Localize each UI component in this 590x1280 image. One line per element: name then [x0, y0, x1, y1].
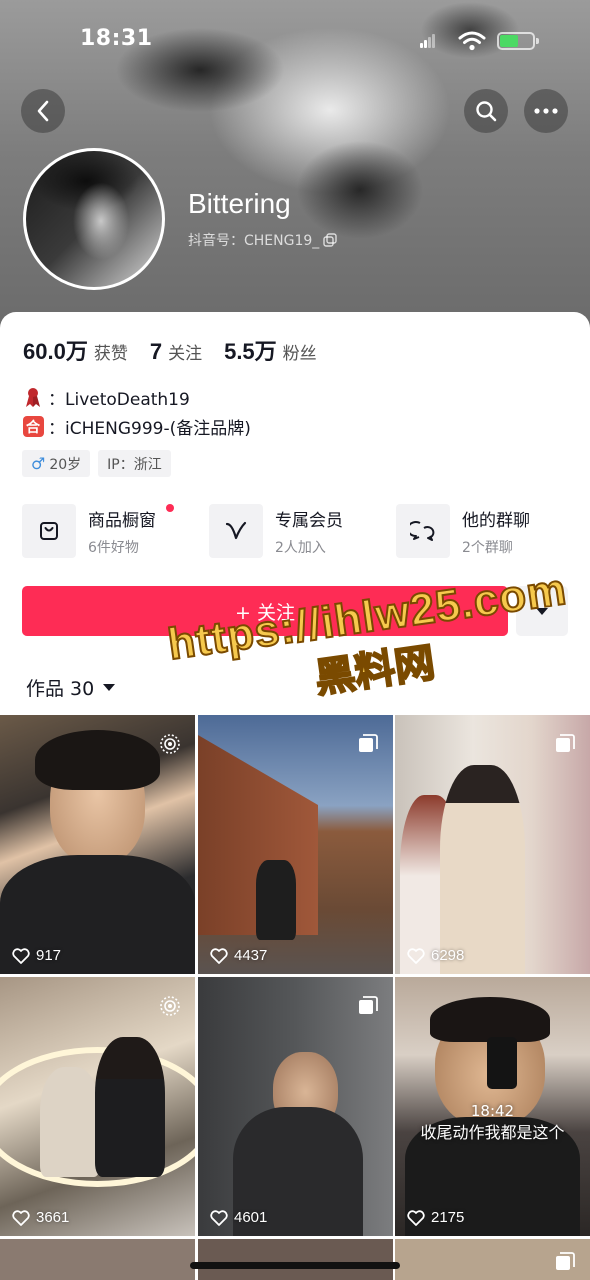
thumbnail-person	[256, 860, 296, 940]
membership-subtitle: 2人加入	[275, 539, 326, 556]
notification-dot	[166, 504, 174, 512]
works-tab-label: 作品 30	[26, 678, 95, 700]
video-caption-text: 收尾动作我都是这个	[420, 1123, 565, 1142]
cooperation-icon: 合	[22, 416, 44, 438]
profile-stats: 60.0万 获赞 7 关注 5.5万 粉丝	[23, 334, 339, 366]
heart-icon	[12, 947, 30, 964]
shopping-bag-icon	[22, 504, 76, 558]
shop-window-subtitle: 6件好物	[88, 539, 139, 556]
thumbnail-person	[440, 765, 525, 974]
gallery-icon	[556, 1252, 575, 1270]
shop-window-title: 商品橱窗	[88, 510, 156, 531]
thumbnail-hair	[35, 730, 160, 790]
likes-count-text: 4437	[234, 947, 268, 964]
bio-line: 合 ：iCHENG999-(备注品牌)	[22, 414, 251, 439]
back-button[interactable]	[21, 89, 65, 133]
profile-tags: ♂ 20岁 IP：浙江	[22, 450, 171, 477]
video-likes: 917	[12, 947, 61, 964]
shop-window-entry[interactable]: 商品橱窗 6件好物	[22, 503, 174, 559]
thumbnail-person	[40, 1067, 100, 1177]
thumbnail-phone	[487, 1037, 517, 1089]
ellipsis-icon	[534, 108, 558, 114]
group-chat-title: 他的群聊	[462, 510, 530, 531]
video-thumbnail[interactable]: 3661	[0, 977, 195, 1236]
chevron-left-icon	[37, 100, 49, 122]
bio-line: ：LivetoDeath19	[22, 385, 190, 410]
status-bar: 18:31	[0, 24, 590, 60]
ribbon-icon	[22, 387, 44, 409]
likes-count-text: 3661	[36, 1209, 70, 1226]
search-button[interactable]	[464, 89, 508, 133]
likes-count: 60.0万	[23, 339, 88, 364]
followers-count[interactable]: 5.5万	[224, 334, 277, 366]
wifi-icon	[458, 31, 486, 51]
ip-tag: IP：浙江	[98, 450, 171, 477]
tab-works[interactable]: 作品 30	[26, 674, 116, 701]
douyin-id: 抖音号：CHENG19_	[188, 233, 320, 249]
likes-label: 获赞	[93, 344, 128, 364]
thumbnail-person	[95, 1037, 165, 1177]
heart-icon	[407, 947, 425, 964]
likes-count-text: 6298	[431, 947, 465, 964]
video-thumbnail[interactable]: 4601	[198, 977, 393, 1236]
age-text: 20岁	[49, 456, 82, 473]
group-chat-entry[interactable]: 他的群聊 2个群聊	[396, 503, 530, 559]
membership-title: 专属会员	[275, 510, 343, 531]
followers-label[interactable]: 粉丝	[283, 339, 317, 364]
heart-icon	[407, 1209, 425, 1226]
live-photo-icon	[160, 734, 180, 754]
copy-icon	[323, 233, 337, 247]
video-likes: 4601	[210, 1209, 267, 1226]
gallery-icon	[556, 734, 575, 752]
home-indicator[interactable]	[190, 1262, 400, 1269]
age-tag: ♂ 20岁	[22, 450, 91, 477]
group-chat-subtitle: 2个群聊	[462, 539, 513, 556]
heart-icon	[210, 1209, 228, 1226]
more-options-button[interactable]	[524, 89, 568, 133]
group-chat-icon	[396, 504, 450, 558]
bio-text: ：LivetoDeath19	[48, 390, 190, 410]
gallery-icon	[359, 734, 378, 752]
following-count[interactable]: 7	[150, 339, 162, 365]
video-likes: 6298	[407, 947, 464, 964]
avatar[interactable]	[23, 148, 165, 290]
gallery-icon	[359, 996, 378, 1014]
likes-count-text: 4601	[234, 1209, 268, 1226]
douyin-id-row[interactable]: 抖音号：CHENG19_	[188, 230, 337, 250]
vip-icon	[209, 504, 263, 558]
status-time: 18:31	[80, 26, 153, 51]
caret-down-icon	[103, 684, 116, 691]
video-thumbnail[interactable]: 6298	[395, 715, 590, 974]
video-thumbnail[interactable]	[0, 1239, 195, 1280]
likes-count-text: 2175	[431, 1209, 465, 1226]
likes-count-text: 917	[36, 947, 62, 964]
bio-text: ：iCHENG999-(备注品牌)	[48, 419, 251, 439]
live-photo-icon	[160, 996, 180, 1016]
video-caption-time: 18:42	[470, 1102, 515, 1120]
membership-entry[interactable]: 专属会员 2人加入	[209, 503, 343, 559]
signal-icon	[420, 34, 436, 48]
video-thumbnail[interactable]: 4437	[198, 715, 393, 974]
video-thumbnail[interactable]	[198, 1239, 393, 1280]
video-likes: 3661	[12, 1209, 69, 1226]
video-likes: 4437	[210, 947, 267, 964]
video-thumbnail[interactable]: 18:42 收尾动作我都是这个 2175	[395, 977, 590, 1236]
video-thumbnail[interactable]: 917	[0, 715, 195, 974]
battery-icon	[497, 32, 539, 50]
thumbnail-hair	[430, 997, 550, 1042]
search-icon	[476, 101, 497, 122]
video-likes: 2175	[407, 1209, 464, 1226]
following-label[interactable]: 关注	[168, 339, 202, 364]
heart-icon	[12, 1209, 30, 1226]
heart-icon	[210, 947, 228, 964]
male-icon: ♂	[31, 454, 46, 473]
profile-name: Bittering	[188, 188, 291, 219]
video-thumbnail[interactable]	[395, 1239, 590, 1280]
ip-text: IP：浙江	[107, 456, 162, 473]
